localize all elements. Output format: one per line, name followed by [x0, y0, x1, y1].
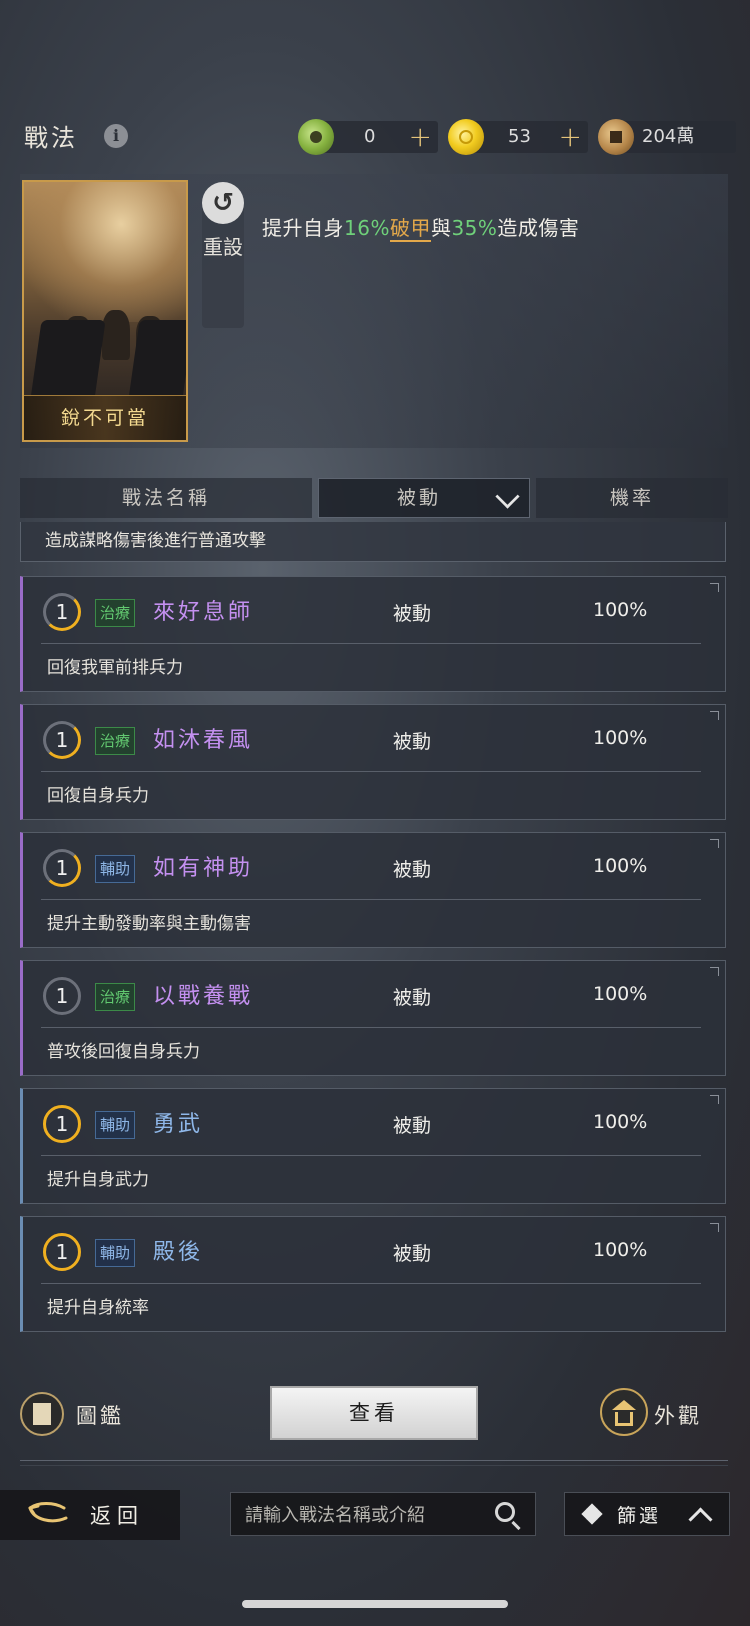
divider	[41, 1283, 701, 1284]
level-badge: 1	[43, 593, 81, 631]
desc-value: 16%	[344, 216, 390, 240]
type-filter-value: 被動	[397, 487, 442, 509]
appearance-button-label[interactable]: 外觀	[654, 1400, 702, 1430]
divider	[41, 643, 701, 644]
level-badge: 1	[43, 1105, 81, 1143]
list-item[interactable]: 1 輔助 殿後 被動 100% 提升自身統率	[20, 1216, 726, 1332]
jade-coin-icon	[298, 119, 334, 155]
resource-gold-value: 53	[508, 126, 531, 147]
chevron-down-icon	[495, 484, 520, 509]
level-badge: 1	[43, 1233, 81, 1271]
list-item[interactable]: 1 治療 來好息師 被動 100% 回復我軍前排兵力	[20, 576, 726, 692]
resource-jade-value: 0	[364, 126, 376, 147]
chevron-up-icon	[688, 1507, 713, 1532]
item-type: 被動	[393, 1115, 432, 1137]
back-label: 返回	[90, 1504, 144, 1528]
list-item[interactable]: 1 輔助 勇武 被動 100% 提升自身武力	[20, 1088, 726, 1204]
divider	[41, 1155, 701, 1156]
filter-label: 篩選	[617, 1505, 662, 1527]
list-item[interactable]: 1 輔助 如有神助 被動 100% 提升主動發動率與主動傷害	[20, 832, 726, 948]
item-type: 被動	[393, 987, 432, 1009]
item-name: 如沐春風	[153, 728, 254, 753]
tactic-card[interactable]: 銳不可當	[22, 180, 188, 442]
item-rate: 100%	[593, 983, 648, 1005]
catalog-button-label[interactable]: 圖鑑	[76, 1400, 124, 1430]
item-name: 來好息師	[153, 600, 254, 625]
list-item[interactable]: 造成謀略傷害後進行普通攻擊	[20, 522, 726, 562]
desc-text: 與	[430, 216, 452, 240]
back-arrow-icon	[28, 1502, 68, 1523]
catalog-icon[interactable]	[20, 1392, 64, 1436]
add-gold-button[interactable]: +	[559, 121, 582, 153]
card-art-shield	[128, 320, 186, 400]
item-desc: 提升自身統率	[47, 1298, 149, 1318]
item-name: 以戰養戰	[153, 984, 254, 1009]
item-name: 勇武	[153, 1112, 204, 1137]
divider	[20, 1460, 728, 1466]
column-rate-header: 機率	[536, 478, 728, 518]
add-jade-button[interactable]: +	[409, 121, 432, 153]
item-desc: 回復我軍前排兵力	[47, 658, 183, 678]
divider	[41, 1027, 701, 1028]
tactic-list[interactable]: 造成謀略傷害後進行普通攻擊 1 治療 來好息師 被動 100% 回復我軍前排兵力…	[20, 522, 730, 1332]
item-type: 被動	[393, 603, 432, 625]
item-name: 如有神助	[153, 856, 254, 881]
item-type: 被動	[393, 1243, 432, 1265]
list-item[interactable]: 1 治療 如沐春風 被動 100% 回復自身兵力	[20, 704, 726, 820]
resource-copper-value: 204萬	[642, 126, 695, 147]
gold-coin-icon	[448, 119, 484, 155]
desc-text: 造成傷害	[497, 216, 580, 240]
desc-text: 提升自身	[262, 216, 344, 240]
item-rate: 100%	[593, 1111, 648, 1133]
item-rate: 100%	[593, 727, 648, 749]
column-name-header: 戰法名稱	[20, 478, 312, 518]
desc-value: 35%	[451, 216, 498, 240]
item-name: 殿後	[153, 1240, 204, 1265]
item-desc: 提升主動發動率與主動傷害	[47, 914, 251, 934]
appearance-icon[interactable]	[600, 1388, 648, 1436]
card-art-sky	[24, 182, 186, 322]
tag-support: 輔助	[95, 855, 136, 883]
tactic-description: 提升自身16%破甲與35%造成傷害	[262, 212, 580, 242]
item-desc: 造成謀略傷害後進行普通攻擊	[45, 531, 266, 551]
home-indicator[interactable]	[242, 1600, 508, 1608]
copper-coin-icon	[598, 119, 634, 155]
back-button[interactable]: 返回	[0, 1490, 180, 1540]
level-badge: 1	[43, 721, 81, 759]
level-badge: 1	[43, 849, 81, 887]
card-name: 銳不可當	[24, 395, 186, 440]
filter-button[interactable]: 篩選	[564, 1492, 730, 1536]
view-button[interactable]: 查看	[270, 1386, 478, 1440]
list-item[interactable]: 1 治療 以戰養戰 被動 100% 普攻後回復自身兵力	[20, 960, 726, 1076]
type-filter-dropdown[interactable]: 被動	[318, 478, 530, 518]
search-icon[interactable]	[495, 1502, 515, 1522]
search-input[interactable]	[243, 1493, 487, 1537]
item-desc: 提升自身武力	[47, 1170, 149, 1190]
reset-button[interactable]: ↺ 重設	[202, 182, 244, 328]
info-icon[interactable]: i	[104, 124, 128, 148]
tag-heal: 治療	[95, 727, 136, 755]
item-desc: 普攻後回復自身兵力	[47, 1042, 200, 1062]
item-type: 被動	[393, 859, 432, 881]
tag-support: 輔助	[95, 1111, 136, 1139]
item-rate: 100%	[593, 855, 648, 877]
item-type: 被動	[393, 731, 432, 753]
divider	[41, 771, 701, 772]
desc-keyword-link[interactable]: 破甲	[389, 216, 431, 242]
tag-support: 輔助	[95, 1239, 136, 1267]
page-title: 戰法	[24, 124, 78, 152]
card-art-rider	[102, 310, 130, 360]
item-rate: 100%	[593, 1239, 648, 1261]
level-badge: 1	[43, 977, 81, 1015]
tag-heal: 治療	[95, 599, 136, 627]
search-box[interactable]	[230, 1492, 536, 1537]
reset-icon: ↺	[202, 182, 244, 224]
divider	[41, 899, 701, 900]
tag-heal: 治療	[95, 983, 136, 1011]
reset-label: 重設	[203, 235, 243, 259]
filter-icon	[581, 1503, 603, 1525]
item-rate: 100%	[593, 599, 648, 621]
item-desc: 回復自身兵力	[47, 786, 149, 806]
card-art-shield	[30, 320, 106, 400]
